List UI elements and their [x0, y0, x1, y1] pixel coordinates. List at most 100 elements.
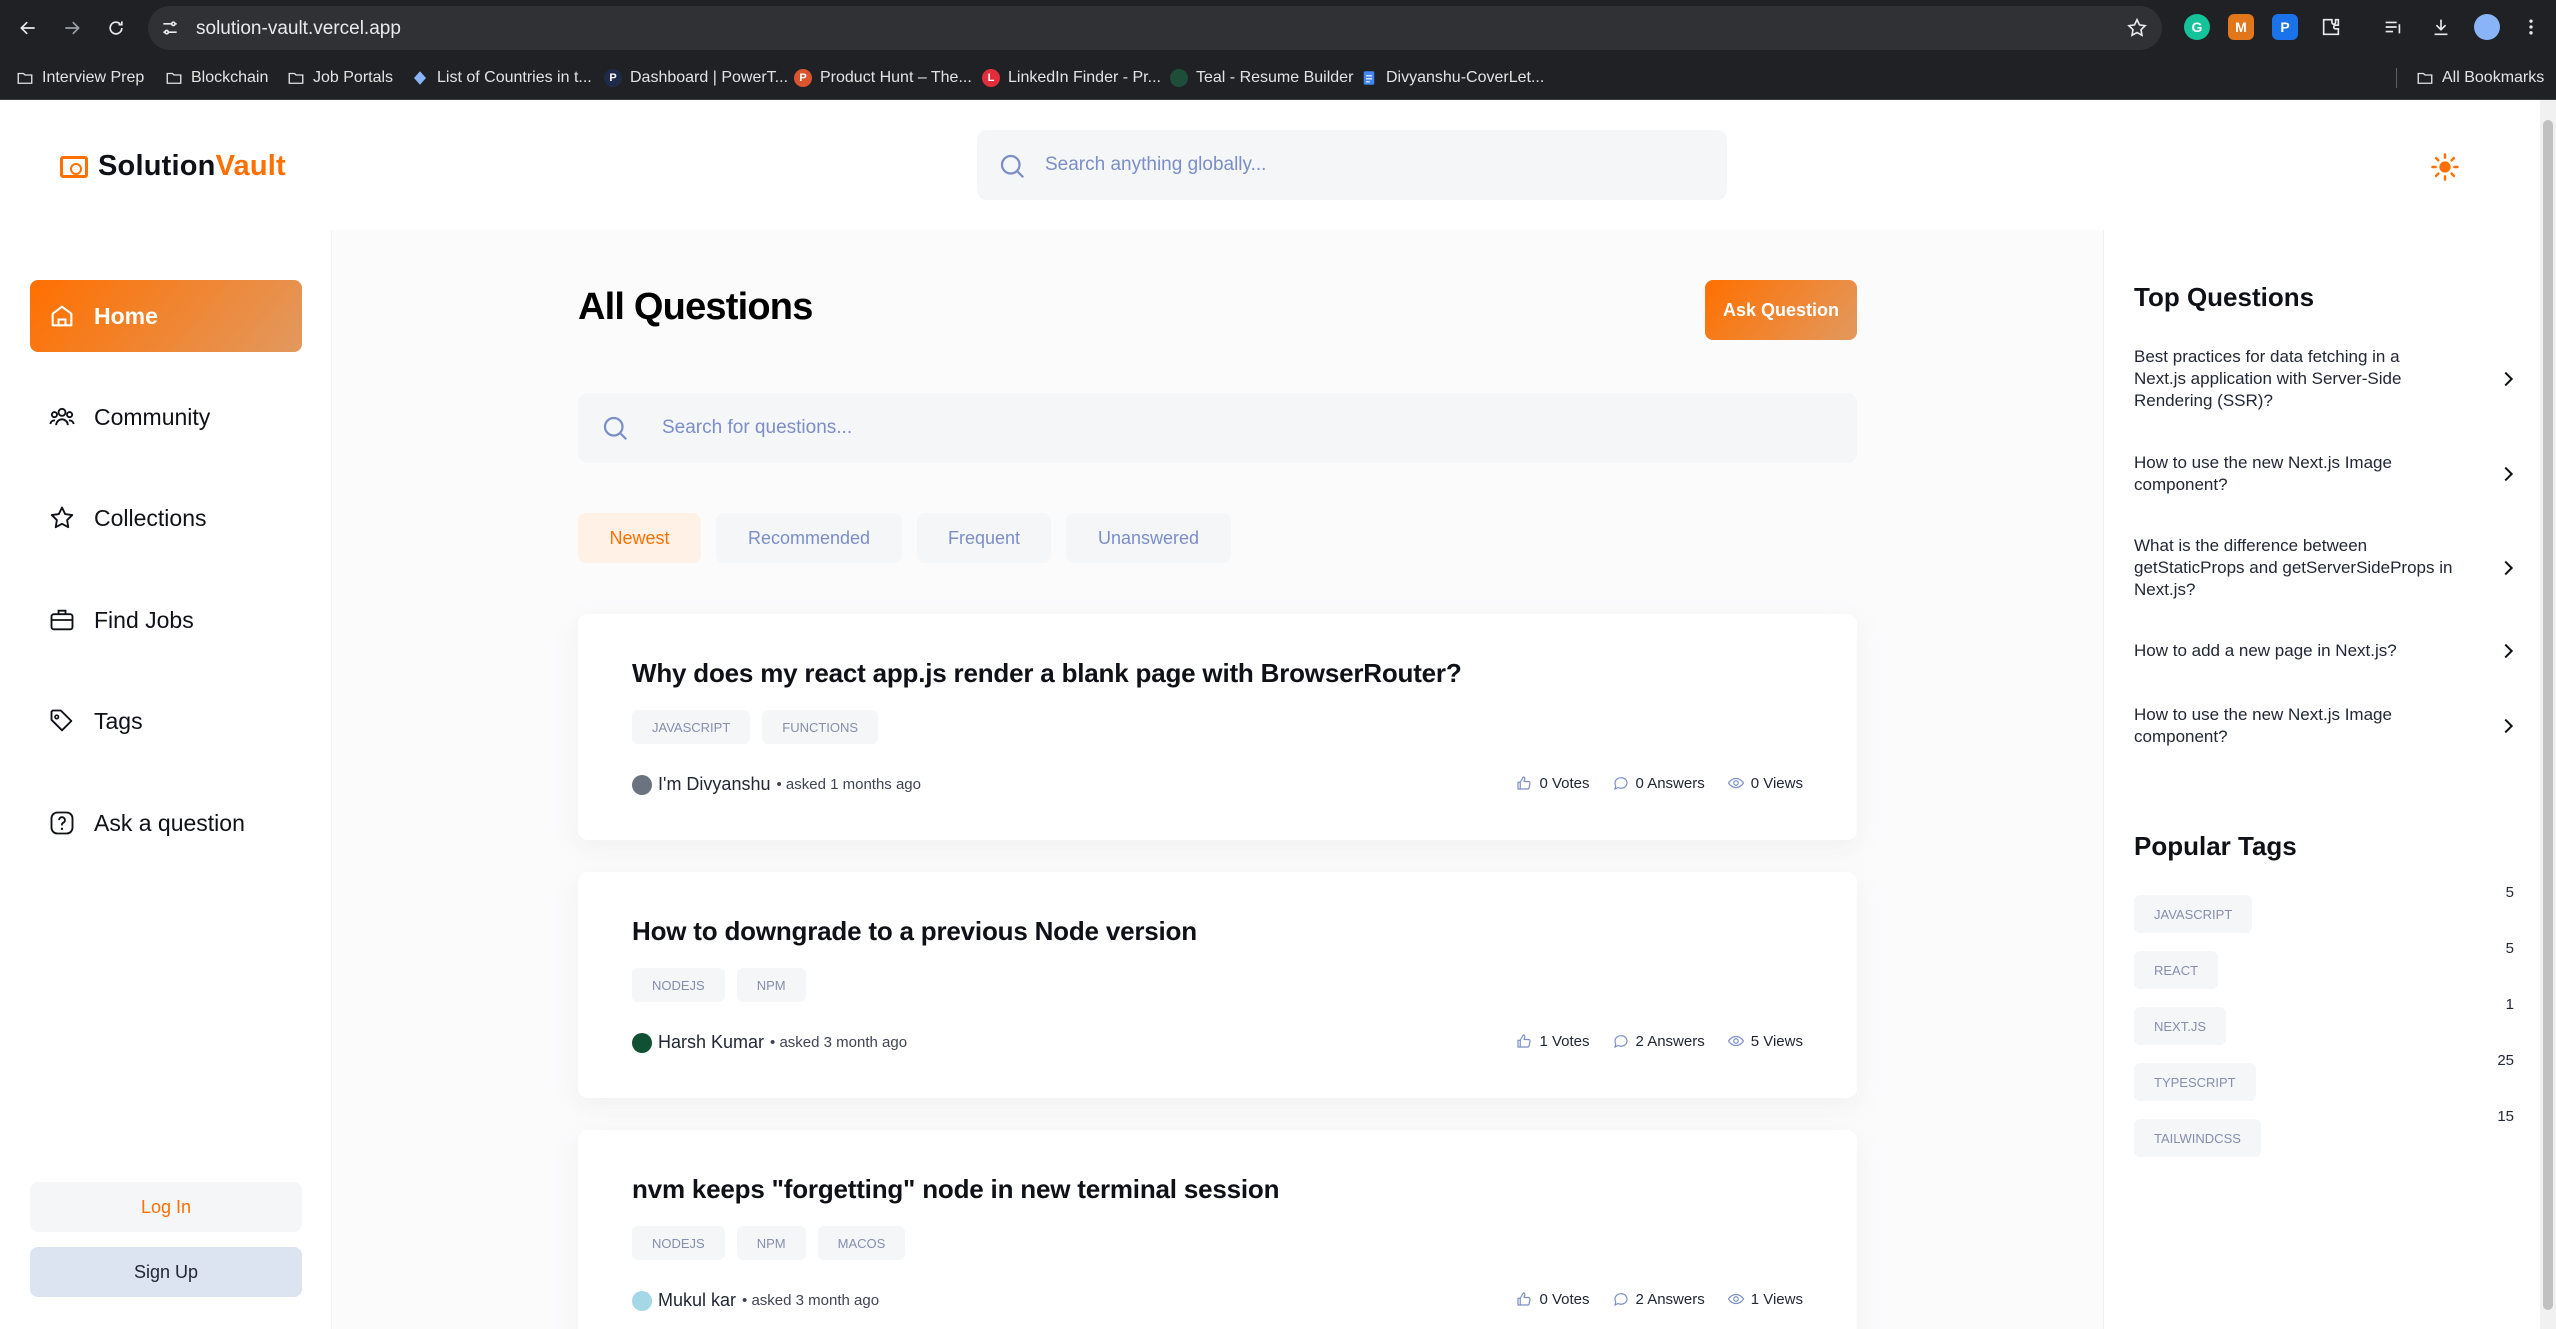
logo[interactable]: SolutionVault: [60, 150, 286, 183]
question-title[interactable]: How to downgrade to a previous Node vers…: [632, 916, 1197, 947]
bookmark-dashboard[interactable]: P Dashboard | PowerT...: [604, 67, 788, 89]
popular-tag[interactable]: TYPESCRIPT: [2134, 1063, 2256, 1101]
page-scrollbar[interactable]: [2540, 100, 2556, 1329]
global-search-input[interactable]: [1045, 130, 1705, 200]
popular-tag[interactable]: JAVASCRIPT: [2134, 895, 2253, 933]
views-metric: 1 Views: [1727, 1290, 1803, 1308]
bookmark-blockchain[interactable]: Blockchain: [165, 67, 268, 89]
top-question-item[interactable]: What is the difference between getStatic…: [2134, 535, 2519, 601]
filter-recommended[interactable]: Recommended: [716, 513, 902, 563]
popular-tag-row[interactable]: NEXT.JS 1: [2134, 996, 2514, 1046]
question-icon: [50, 811, 74, 835]
question-search-input[interactable]: [662, 393, 1812, 463]
question-tags: JAVASCRIPT FUNCTIONS: [632, 710, 879, 744]
bookmark-label: Dashboard | PowerT...: [630, 69, 789, 86]
login-button[interactable]: Log In: [30, 1182, 302, 1232]
arrow-left-icon: [20, 21, 35, 35]
bookmark-cover-letter[interactable]: Divyanshu-CoverLet...: [1360, 67, 1544, 89]
popular-tag[interactable]: REACT: [2134, 951, 2219, 989]
download-icon[interactable]: [2428, 14, 2454, 40]
popular-tag[interactable]: TAILWINDCSS: [2134, 1119, 2261, 1157]
star-icon: [50, 506, 74, 529]
sun-icon[interactable]: [2430, 152, 2460, 182]
signup-button[interactable]: Sign Up: [30, 1247, 302, 1297]
bookmark-label: Blockchain: [191, 69, 269, 86]
right-sidebar: Top Questions Best practices for data fe…: [2103, 230, 2540, 1329]
bookmark-linkedin-finder[interactable]: L LinkedIn Finder - Pr...: [982, 67, 1161, 89]
top-question-item[interactable]: How to use the new Next.js Image compone…: [2134, 452, 2519, 496]
bookmark-teal[interactable]: Teal - Resume Builder: [1170, 67, 1353, 89]
filter-unanswered[interactable]: Unanswered: [1066, 513, 1231, 563]
sidebar-item-label: Collections: [94, 504, 207, 531]
question-title[interactable]: nvm keeps "forgetting" node in new termi…: [632, 1174, 1279, 1205]
top-question-item[interactable]: How to use the new Next.js Image compone…: [2134, 704, 2519, 748]
answers-metric: 0 Answers: [1612, 774, 1705, 792]
tag-badge[interactable]: NPM: [736, 968, 806, 1002]
popular-tag-row[interactable]: JAVASCRIPT 5: [2134, 884, 2514, 934]
top-question-item[interactable]: Best practices for data fetching in a Ne…: [2134, 346, 2519, 412]
sidebar-item-label: Home: [94, 302, 158, 329]
bookmark-star-icon[interactable]: [2126, 17, 2148, 39]
message-icon: [1613, 777, 1628, 791]
logo-text: SolutionVault: [98, 150, 286, 182]
scrollbar-thumb[interactable]: [2543, 120, 2553, 1310]
question-author[interactable]: Harsh Kumar • asked 3 month ago: [632, 1032, 907, 1053]
extensions-puzzle-icon[interactable]: [2318, 14, 2344, 40]
url-text[interactable]: solution-vault.vercel.app: [196, 18, 401, 40]
search-icon: [1000, 154, 1025, 179]
all-bookmarks[interactable]: All Bookmarks: [2416, 67, 2544, 89]
extension-icon[interactable]: P: [2272, 14, 2298, 40]
popular-tag[interactable]: NEXT.JS: [2134, 1007, 2227, 1045]
bookmark-countries[interactable]: List of Countries in t...: [411, 67, 592, 89]
local-search[interactable]: [578, 393, 1857, 463]
top-question-item[interactable]: How to add a new page in Next.js?: [2134, 640, 2519, 662]
docs-icon: [1360, 69, 1378, 87]
asked-time: • asked 1 months ago: [776, 776, 921, 793]
tag-badge[interactable]: FUNCTIONS: [762, 710, 879, 744]
reload-button[interactable]: [102, 14, 130, 42]
question-metrics: 0 Votes 0 Answers 0 Views: [1515, 774, 1803, 792]
asked-time: • asked 3 month ago: [770, 1034, 908, 1051]
address-bar[interactable]: solution-vault.vercel.app: [148, 6, 2162, 50]
sidebar-item-home[interactable]: Home: [30, 280, 302, 352]
bookmark-product-hunt[interactable]: P Product Hunt – The...: [794, 67, 972, 89]
tag-badge[interactable]: NPM: [736, 1226, 806, 1260]
global-search[interactable]: [977, 130, 1727, 200]
bookmark-label: Interview Prep: [42, 69, 145, 86]
popular-tag-count: 5: [2505, 940, 2514, 957]
grammarly-extension-icon[interactable]: G: [2184, 14, 2210, 40]
sidebar-item-ask-question[interactable]: Ask a question: [30, 787, 302, 859]
question-author[interactable]: I'm Divyanshu • asked 1 months ago: [632, 774, 921, 795]
tag-badge[interactable]: NODEJS: [632, 1226, 725, 1260]
tag-badge[interactable]: MACOS: [817, 1226, 906, 1260]
sidebar-item-collections[interactable]: Collections: [30, 482, 302, 554]
bookmark-interview-prep[interactable]: Interview Prep: [16, 67, 144, 89]
sidebar-item-tags[interactable]: Tags: [30, 685, 302, 757]
popular-tag-row[interactable]: REACT 5: [2134, 940, 2514, 990]
menu-dots-icon[interactable]: [2518, 14, 2544, 40]
tag-badge[interactable]: NODEJS: [632, 968, 725, 1002]
metamask-extension-icon[interactable]: M: [2228, 14, 2254, 40]
tag-badge[interactable]: JAVASCRIPT: [632, 710, 751, 744]
bookmark-label: List of Countries in t...: [437, 69, 592, 86]
bookmark-label: LinkedIn Finder - Pr...: [1008, 69, 1161, 86]
filter-frequent[interactable]: Frequent: [917, 513, 1051, 563]
back-button[interactable]: [14, 14, 42, 42]
forward-button[interactable]: [58, 14, 86, 42]
sidebar-item-community[interactable]: Community: [30, 381, 302, 453]
asked-time: • asked 3 month ago: [742, 1292, 880, 1309]
profile-avatar-icon[interactable]: [2474, 14, 2500, 40]
filter-newest[interactable]: Newest: [578, 513, 701, 563]
popular-tag-row[interactable]: TYPESCRIPT 25: [2134, 1052, 2514, 1102]
bookmark-job-portals[interactable]: Job Portals: [287, 67, 393, 89]
site-settings-icon[interactable]: [160, 18, 180, 38]
ask-question-button[interactable]: Ask Question: [1705, 280, 1857, 340]
popular-tag-count: 5: [2505, 884, 2514, 901]
sidebar-item-find-jobs[interactable]: Find Jobs: [30, 584, 302, 656]
popular-tag-row[interactable]: TAILWINDCSS 15: [2134, 1108, 2514, 1158]
question-title[interactable]: Why does my react app.js render a blank …: [632, 658, 1462, 689]
bookmarks-divider: [2396, 68, 2397, 88]
reading-list-icon[interactable]: [2380, 14, 2406, 40]
eye-icon: [1727, 1293, 1744, 1305]
question-author[interactable]: Mukul kar • asked 3 month ago: [632, 1290, 879, 1311]
